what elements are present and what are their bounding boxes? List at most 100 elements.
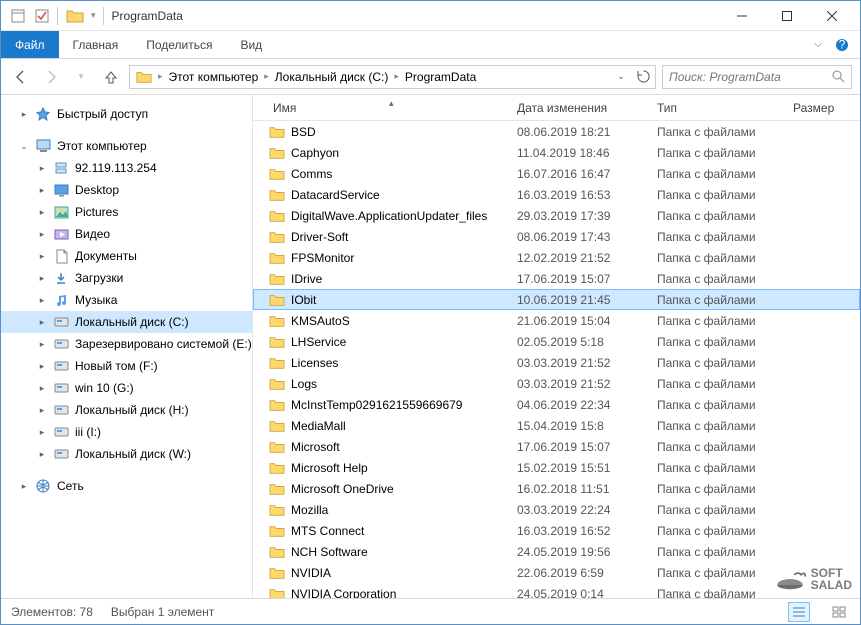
file-row[interactable]: Comms 16.07.2016 16:47 Папка с файлами — [253, 163, 860, 184]
chevron-right-icon[interactable]: ▸ — [37, 383, 47, 394]
chevron-right-icon[interactable]: ▸ — [37, 229, 47, 240]
sidebar-item[interactable]: ▸ Документы — [1, 245, 252, 267]
sidebar-drive[interactable]: ▸ Зарезервировано системой (E:) — [1, 333, 252, 355]
file-row[interactable]: IDrive 17.06.2019 15:07 Папка с файлами — [253, 268, 860, 289]
file-row[interactable]: Mozilla 03.03.2019 22:24 Папка с файлами — [253, 499, 860, 520]
file-row[interactable]: Licenses 03.03.2019 21:52 Папка с файлам… — [253, 352, 860, 373]
chevron-right-icon[interactable]: ▸ — [19, 481, 29, 492]
sidebar-drive[interactable]: ▸ Локальный диск (H:) — [1, 399, 252, 421]
file-row[interactable]: MediaMall 15.04.2019 15:8 Папка с файлам… — [253, 415, 860, 436]
chevron-right-icon[interactable]: ▸ — [37, 163, 47, 174]
breadcrumb-seg[interactable]: ProgramData — [401, 70, 480, 84]
view-large-icons-button[interactable] — [828, 602, 850, 622]
sidebar-item[interactable]: ▸ Музыка — [1, 289, 252, 311]
chevron-right-icon[interactable]: ▸ — [37, 273, 47, 284]
sidebar-label: Сеть — [57, 479, 84, 493]
file-date: 17.06.2019 15:07 — [517, 440, 657, 454]
tab-share[interactable]: Поделиться — [132, 31, 226, 58]
file-row[interactable]: Logs 03.03.2019 21:52 Папка с файлами — [253, 373, 860, 394]
chevron-right-icon[interactable]: ▸ — [37, 449, 47, 460]
address-dropdown[interactable]: ⌄ — [611, 66, 631, 88]
sidebar-label: Локальный диск (C:) — [75, 315, 189, 329]
chevron-right-icon[interactable]: ▸ — [264, 71, 269, 82]
file-row[interactable]: Microsoft OneDrive 16.02.2018 11:51 Папк… — [253, 478, 860, 499]
chevron-right-icon[interactable]: ▸ — [394, 71, 399, 82]
sidebar-item[interactable]: ▸ Видео — [1, 223, 252, 245]
sidebar-this-pc[interactable]: ⌄ Этот компьютер — [1, 135, 252, 157]
chevron-right-icon[interactable]: ▸ — [19, 109, 29, 120]
refresh-button[interactable] — [633, 66, 653, 88]
chevron-right-icon[interactable]: ▸ — [37, 427, 47, 438]
folder-icon — [66, 7, 84, 25]
recent-dropdown[interactable]: ▾ — [69, 65, 93, 89]
view-details-button[interactable] — [788, 602, 810, 622]
chevron-down-icon[interactable]: ▾ — [88, 10, 99, 21]
file-row[interactable]: DigitalWave.ApplicationUpdater_files 29.… — [253, 205, 860, 226]
file-name: NVIDIA — [291, 566, 331, 580]
breadcrumb-seg[interactable]: Этот компьютер — [165, 70, 263, 84]
file-row[interactable]: BSD 08.06.2019 18:21 Папка с файлами — [253, 121, 860, 142]
address-bar[interactable]: ▸ Этот компьютер ▸ Локальный диск (C:) ▸… — [129, 65, 656, 89]
help-icon[interactable]: ? — [830, 31, 854, 58]
file-row[interactable]: IObit 10.06.2019 21:45 Папка с файлами — [253, 289, 860, 310]
breadcrumb-seg[interactable]: Локальный диск (C:) — [271, 70, 393, 84]
file-list[interactable]: BSD 08.06.2019 18:21 Папка с файлами Cap… — [253, 121, 860, 598]
sidebar-drive[interactable]: ▸ Локальный диск (W:) — [1, 443, 252, 465]
chevron-right-icon[interactable]: ▸ — [37, 317, 47, 328]
file-type: Папка с файлами — [657, 377, 793, 391]
chevron-right-icon[interactable]: ▸ — [37, 295, 47, 306]
search-icon[interactable] — [832, 70, 845, 83]
file-row[interactable]: LHService 02.05.2019 5:18 Папка с файлам… — [253, 331, 860, 352]
ribbon-expand-icon[interactable]: ⌵ — [806, 31, 830, 58]
file-row[interactable]: NVIDIA Corporation 24.05.2019 0:14 Папка… — [253, 583, 860, 598]
chevron-right-icon[interactable]: ▸ — [158, 71, 163, 82]
file-row[interactable]: FPSMonitor 12.02.2019 21:52 Папка с файл… — [253, 247, 860, 268]
sidebar-item[interactable]: ▸ Pictures — [1, 201, 252, 223]
column-size[interactable]: Размер — [793, 101, 860, 115]
close-button[interactable] — [809, 2, 854, 30]
file-row[interactable]: MTS Connect 16.03.2019 16:52 Папка с фай… — [253, 520, 860, 541]
column-date[interactable]: Дата изменения — [517, 101, 657, 115]
sidebar-local-disk-c[interactable]: ▸ Локальный диск (C:) — [1, 311, 252, 333]
column-headers[interactable]: Имя▴ Дата изменения Тип Размер — [253, 95, 860, 121]
sidebar-network-location[interactable]: ▸ 92.119.113.254 — [1, 157, 252, 179]
sidebar-quick-access[interactable]: ▸ Быстрый доступ — [1, 103, 252, 125]
search-box[interactable] — [662, 65, 852, 89]
tab-view[interactable]: Вид — [226, 31, 276, 58]
tab-file[interactable]: Файл — [1, 31, 59, 58]
column-type[interactable]: Тип — [657, 101, 793, 115]
column-name[interactable]: Имя▴ — [269, 101, 517, 115]
sidebar-drive[interactable]: ▸ iii (I:) — [1, 421, 252, 443]
file-row[interactable]: KMSAutoS 21.06.2019 15:04 Папка с файлам… — [253, 310, 860, 331]
properties-checkbox[interactable] — [31, 5, 53, 27]
nav-icon[interactable] — [7, 5, 29, 27]
sidebar-item[interactable]: ▸ Загрузки — [1, 267, 252, 289]
maximize-button[interactable] — [764, 2, 809, 30]
chevron-right-icon[interactable]: ▸ — [37, 185, 47, 196]
back-button[interactable] — [9, 65, 33, 89]
file-row[interactable]: NCH Software 24.05.2019 19:56 Папка с фа… — [253, 541, 860, 562]
file-row[interactable]: McInstTemp0291621559669679 04.06.2019 22… — [253, 394, 860, 415]
chevron-right-icon[interactable]: ▸ — [37, 251, 47, 262]
file-row[interactable]: Microsoft Help 15.02.2019 15:51 Папка с … — [253, 457, 860, 478]
file-row[interactable]: Microsoft 17.06.2019 15:07 Папка с файла… — [253, 436, 860, 457]
file-row[interactable]: DatacardService 16.03.2019 16:53 Папка с… — [253, 184, 860, 205]
file-row[interactable]: Caphyon 11.04.2019 18:46 Папка с файлами — [253, 142, 860, 163]
chevron-right-icon[interactable]: ▸ — [37, 405, 47, 416]
sidebar-item[interactable]: ▸ Desktop — [1, 179, 252, 201]
chevron-right-icon[interactable]: ▸ — [37, 207, 47, 218]
up-button[interactable] — [99, 65, 123, 89]
tab-home[interactable]: Главная — [59, 31, 133, 58]
minimize-button[interactable] — [719, 2, 764, 30]
file-row[interactable]: NVIDIA 22.06.2019 6:59 Папка с файлами — [253, 562, 860, 583]
search-input[interactable] — [669, 70, 832, 84]
sidebar-drive[interactable]: ▸ Новый том (F:) — [1, 355, 252, 377]
sidebar-network[interactable]: ▸ Сеть — [1, 475, 252, 497]
sidebar-drive[interactable]: ▸ win 10 (G:) — [1, 377, 252, 399]
file-date: 16.03.2019 16:53 — [517, 188, 657, 202]
chevron-right-icon[interactable]: ▸ — [37, 339, 47, 350]
chevron-right-icon[interactable]: ▸ — [37, 361, 47, 372]
file-row[interactable]: Driver-Soft 08.06.2019 17:43 Папка с фай… — [253, 226, 860, 247]
chevron-down-icon[interactable]: ⌄ — [19, 141, 29, 152]
forward-button[interactable] — [39, 65, 63, 89]
